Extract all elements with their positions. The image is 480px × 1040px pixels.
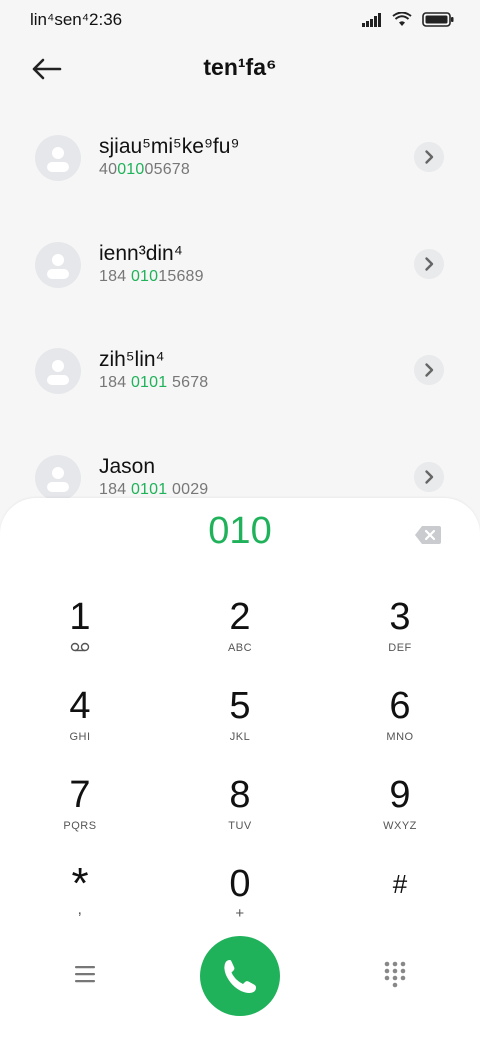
contact-number: 184 01015689 — [99, 268, 204, 285]
battery-icon — [422, 12, 454, 27]
list-item[interactable]: sjiau⁵mi⁵ke⁹fu⁹ 4001005678 — [0, 110, 480, 210]
contact-name: zih⁵lin⁴ — [99, 348, 165, 371]
dial-key-1[interactable]: 1 — [20, 596, 140, 676]
chevron-right-icon[interactable] — [414, 462, 444, 492]
dial-key-9[interactable]: 9 WXYZ — [340, 774, 460, 854]
contact-name: ienn³din⁴ — [99, 242, 183, 265]
key-letters: , — [77, 901, 83, 918]
dial-key-5[interactable]: 5 JKL — [180, 685, 300, 765]
list-item[interactable]: zih⁵lin⁴ 184 0101 5678 — [0, 323, 480, 423]
key-digit: 0 — [229, 863, 251, 905]
key-letters: TUV — [228, 820, 252, 832]
voicemail-icon — [70, 642, 90, 652]
dial-key-0[interactable]: 0 + — [180, 863, 300, 943]
dial-key-7[interactable]: 7 PQRS — [20, 774, 140, 854]
chevron-right-icon[interactable] — [414, 249, 444, 279]
list-item[interactable]: ienn³din⁴ 184 01015689 — [0, 217, 480, 317]
wifi-icon — [392, 12, 412, 26]
avatar — [35, 455, 81, 501]
header: ten¹fa⁶ — [0, 44, 480, 94]
key-digit: * — [71, 859, 89, 908]
key-letters: MNO — [386, 731, 414, 743]
key-letters: GHI — [69, 731, 91, 743]
key-digit: 2 — [229, 596, 251, 638]
contact-name: sjiau⁵mi⁵ke⁹fu⁹ — [99, 135, 240, 158]
bottom-actions — [0, 936, 480, 1016]
dial-key-2[interactable]: 2 ABC — [180, 596, 300, 676]
contact-number: 184 0101 5678 — [99, 374, 209, 391]
dialpad-toggle-icon[interactable] — [380, 958, 410, 988]
phone-icon — [224, 960, 256, 994]
avatar — [35, 348, 81, 394]
key-letters: DEF — [388, 642, 412, 654]
backspace-icon[interactable] — [414, 524, 442, 546]
key-letters: JKL — [229, 731, 251, 743]
key-digit: 7 — [69, 774, 91, 816]
contact-number: 184 0101 0029 — [99, 481, 209, 498]
avatar — [35, 242, 81, 288]
contact-number: 4001005678 — [99, 161, 190, 178]
status-icons — [362, 12, 454, 27]
key-digit: 8 — [229, 774, 251, 816]
status-bar: lin⁴sen⁴2:36 — [0, 0, 480, 40]
key-letters: + — [235, 905, 245, 922]
page-title: ten¹fa⁶ — [203, 54, 277, 80]
key-digit: # — [392, 869, 408, 899]
chevron-right-icon[interactable] — [414, 355, 444, 385]
key-digit: 3 — [389, 596, 411, 638]
dialed-number: 010 — [208, 510, 272, 552]
dial-key-8[interactable]: 8 TUV — [180, 774, 300, 854]
call-button[interactable] — [200, 936, 280, 1016]
key-digit: 6 — [389, 685, 411, 727]
dial-key-4[interactable]: 4 GHI — [20, 685, 140, 765]
key-letters: PQRS — [63, 820, 97, 832]
key-digit: 5 — [229, 685, 251, 727]
key-letters: WXYZ — [383, 820, 417, 832]
dial-key-3[interactable]: 3 DEF — [340, 596, 460, 676]
key-digit: 9 — [389, 774, 411, 816]
dialpad-panel: 010 1 2 ABC 3 DEF 4 GHI 5 JKL 6 MNO 7 PQ… — [0, 498, 480, 1040]
avatar — [35, 135, 81, 181]
key-digit: 4 — [69, 685, 91, 727]
menu-icon[interactable] — [70, 962, 100, 986]
key-digit: 1 — [69, 596, 91, 638]
key-letters: ABC — [227, 642, 253, 654]
status-time: lin⁴sen⁴2:36 — [30, 10, 123, 29]
chevron-right-icon[interactable] — [414, 142, 444, 172]
dial-key-hash[interactable]: # — [340, 863, 460, 943]
dial-key-6[interactable]: 6 MNO — [340, 685, 460, 765]
contact-name: Jason — [99, 455, 156, 478]
signal-icon — [362, 12, 381, 27]
dial-key-star[interactable]: * , — [20, 859, 140, 943]
